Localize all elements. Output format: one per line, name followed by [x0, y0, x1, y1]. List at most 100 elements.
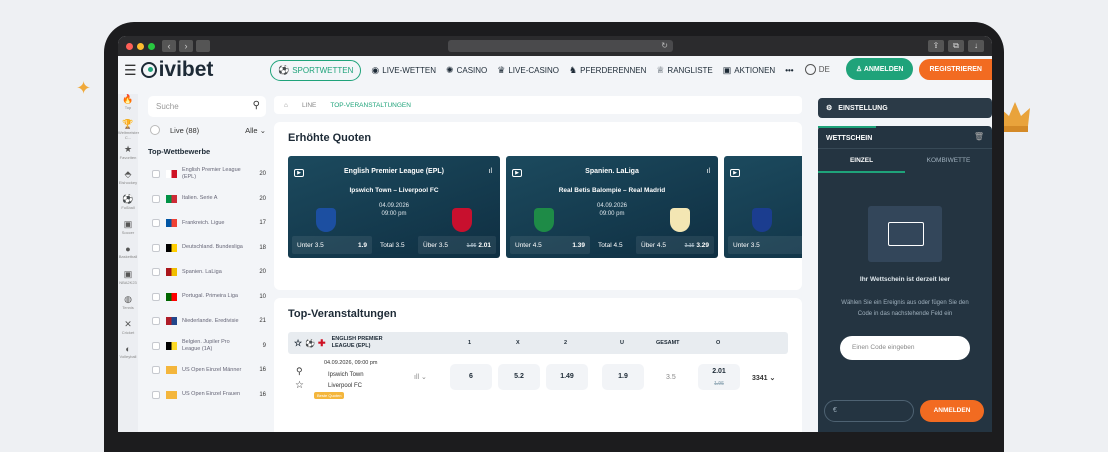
- league-checkbox[interactable]: [152, 170, 160, 179]
- close-dot[interactable]: [126, 42, 133, 50]
- nav-sportwetten[interactable]: ⚽ SPORTWETTEN: [270, 60, 362, 81]
- search-icon[interactable]: ⚲: [253, 100, 260, 111]
- nav-pferderennen[interactable]: ♞ PFERDERENNEN: [569, 65, 646, 76]
- league-item[interactable]: Italien. Serie A 20: [148, 187, 266, 212]
- ticket-icon: [868, 206, 942, 262]
- nav-live-casino[interactable]: ♛ LIVE-CASINO: [497, 65, 559, 76]
- nav-aktionen[interactable]: ▣ AKTIONEN: [723, 65, 775, 76]
- league-checkbox[interactable]: [152, 341, 160, 350]
- boosted-odds-card[interactable]: ▶ Spanien. LaLiga ıl Real Betis Balompie – …: [506, 156, 718, 258]
- league-item[interactable]: US Open Einzel Männer 16: [148, 358, 266, 383]
- boosted-odds-card[interactable]: ▶ılParisUnter 3.5: [724, 156, 802, 258]
- play-icon[interactable]: ▶: [730, 169, 740, 177]
- league-item[interactable]: Portugal. Primeira Liga 10: [148, 285, 266, 310]
- odd-1[interactable]: 6: [450, 364, 492, 390]
- forward-icon[interactable]: ›: [179, 40, 193, 52]
- odd-o[interactable]: 2.01 1.95: [698, 364, 740, 390]
- league-item[interactable]: Deutschland. Bundesliga 18: [148, 236, 266, 261]
- league-checkbox[interactable]: [152, 268, 160, 277]
- event-row[interactable]: ⚲ ☆ 04.09.2026, 09:00 pm Ipswich Town Li…: [288, 354, 788, 404]
- language-selector[interactable]: DE: [804, 63, 830, 75]
- odd-u[interactable]: 1.9: [602, 364, 644, 390]
- league-item[interactable]: Niederlande. Eredivisie 21: [148, 309, 266, 334]
- basketball-icon: ●: [125, 244, 131, 254]
- rail-item-top[interactable]: 🔥 Top: [118, 94, 138, 119]
- menu-icon[interactable]: ☰: [124, 62, 137, 79]
- odd-x[interactable]: 5.2: [498, 364, 540, 390]
- league-checkbox[interactable]: [152, 194, 160, 203]
- game-icon: ▣: [123, 269, 133, 279]
- tab-kombiwette[interactable]: KOMBIWETTE: [905, 149, 992, 173]
- pin-icon[interactable]: ⚲: [296, 366, 303, 377]
- share-icon[interactable]: ⇪: [928, 40, 944, 52]
- nav-live-wetten[interactable]: ◉ LIVE-WETTEN: [371, 65, 436, 76]
- sport-rail: 🔥 Top 🏆 Weltmeister C... ★ Favoriten ⬘ Eisho…: [118, 94, 139, 432]
- ball-icon: ⚽: [278, 65, 290, 75]
- stake-input[interactable]: €: [824, 400, 914, 422]
- minimize-dot[interactable]: [137, 42, 144, 50]
- play-icon[interactable]: ▶: [294, 169, 304, 177]
- under-bet[interactable]: Unter 4.5 1.39: [510, 236, 590, 254]
- tabs-icon[interactable]: ⧉: [948, 40, 964, 52]
- over-bet[interactable]: Über 3.5 1.95 2.01: [418, 236, 496, 254]
- address-bar[interactable]: ↻: [448, 40, 673, 52]
- rail-item-basketball[interactable]: ● Basketball: [118, 244, 138, 269]
- rail-item-fussball[interactable]: ⚽ Fußball: [118, 194, 138, 219]
- alle-dropdown[interactable]: Alle ⌄: [245, 126, 266, 135]
- register-button[interactable]: REGISTRIEREN: [919, 58, 992, 80]
- odd-2[interactable]: 1.49: [546, 364, 588, 390]
- rail-item-wm[interactable]: 🏆 Weltmeister C...: [118, 119, 139, 144]
- sidebar-toggle-icon[interactable]: [196, 40, 210, 52]
- tab-einzel[interactable]: EINZEL: [818, 149, 905, 173]
- search-input[interactable]: Suche ⚲: [148, 96, 266, 117]
- over-bet[interactable]: Über 4.5 3.15 3.29: [636, 236, 714, 254]
- stats-icon[interactable]: ıl: [707, 168, 711, 175]
- code-input[interactable]: Einen Code eingeben: [840, 336, 970, 360]
- nav-rangliste[interactable]: ♕ RANGLISTE: [656, 65, 712, 76]
- under-bet[interactable]: Unter 3.5 1.9: [292, 236, 372, 254]
- rail-item-volleyball[interactable]: ◐ Volleyball: [118, 344, 138, 369]
- england-flag: ✚: [318, 337, 326, 348]
- reload-icon[interactable]: ↻: [661, 41, 668, 50]
- league-item[interactable]: Belgien. Jupiler Pro League (1A) 9: [148, 334, 266, 359]
- logo[interactable]: ivibet: [140, 58, 213, 82]
- league-checkbox[interactable]: [152, 390, 160, 399]
- star-icon[interactable]: ☆: [294, 338, 302, 349]
- play-icon[interactable]: ▶: [512, 169, 522, 177]
- home-icon[interactable]: ⌂: [284, 102, 288, 109]
- nav-casino[interactable]: ✺ CASINO: [446, 65, 487, 76]
- rail-item-cricket[interactable]: ✕ Cricket: [118, 319, 138, 344]
- league-item[interactable]: Spanien. LaLiga 20: [148, 260, 266, 285]
- back-icon[interactable]: ‹: [162, 40, 176, 52]
- league-checkbox[interactable]: [152, 219, 160, 228]
- maximize-dot[interactable]: [148, 42, 155, 50]
- rail-item-nba2k23[interactable]: ▣ NBA2K23: [118, 269, 138, 294]
- league-checkbox[interactable]: [152, 292, 160, 301]
- more-menu[interactable]: •••: [785, 66, 793, 75]
- live-toggle[interactable]: [150, 125, 160, 135]
- breadcrumb-line[interactable]: LINE: [302, 102, 316, 109]
- live-filter: Live (88) Alle ⌄: [148, 125, 266, 135]
- rail-item-favoriten[interactable]: ★ Favoriten: [118, 144, 138, 169]
- trash-icon[interactable]: 🗑: [974, 132, 984, 141]
- boosted-odds-card[interactable]: ▶ English Premier League (EPL) ıl Ipswich T…: [288, 156, 500, 258]
- league-item[interactable]: English Premier League (EPL) 20: [148, 162, 266, 187]
- rail-item-eishockey[interactable]: ⬘ Eishockey: [118, 169, 138, 194]
- more-markets[interactable]: 3341 ⌄: [752, 374, 775, 382]
- stats-icon[interactable]: ıl: [489, 168, 493, 175]
- league-checkbox[interactable]: [152, 366, 160, 375]
- league-checkbox[interactable]: [152, 243, 160, 252]
- login-button[interactable]: ♙ ANMELDEN: [845, 58, 914, 80]
- rail-item-soccer[interactable]: ▣ Soccer: [118, 219, 138, 244]
- settings-button[interactable]: ⚙ EINSTELLUNG: [818, 98, 992, 118]
- league-item[interactable]: US Open Einzel Frauen 16: [148, 383, 266, 408]
- stats-icon[interactable]: ıll ⌄: [414, 373, 427, 381]
- league-checkbox[interactable]: [152, 317, 160, 326]
- star-icon[interactable]: ☆: [295, 380, 304, 391]
- download-icon[interactable]: ↓: [968, 40, 984, 52]
- league-name: Belgien. Jupiler Pro League (1A): [182, 338, 230, 352]
- league-item[interactable]: Frankreich. Ligue 17: [148, 211, 266, 236]
- under-bet[interactable]: Unter 3.5: [728, 236, 802, 254]
- rail-item-tennis[interactable]: ◍ Tennis: [118, 294, 138, 319]
- betslip-login-button[interactable]: ANMELDEN: [920, 400, 984, 422]
